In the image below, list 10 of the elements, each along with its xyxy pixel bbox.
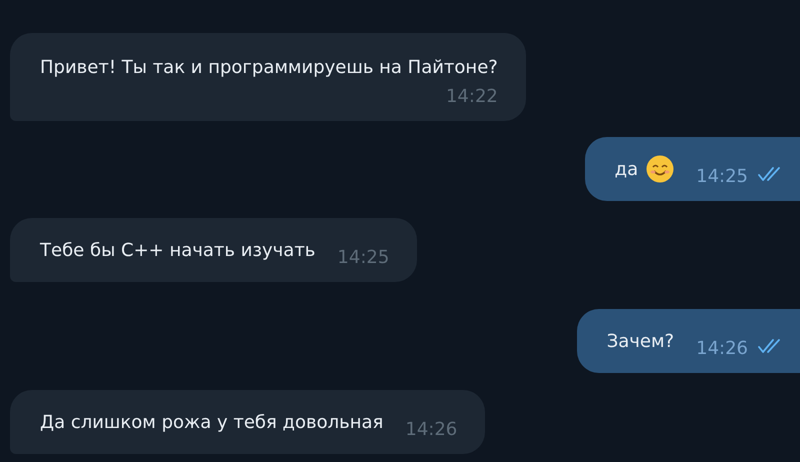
message-text: да bbox=[614, 158, 638, 182]
message-time: 14:26 bbox=[405, 418, 458, 442]
message-text: Тебе бы C++ начать изучать bbox=[40, 238, 316, 262]
message-time: 14:26 bbox=[696, 336, 748, 360]
message-time: 14:25 bbox=[696, 164, 748, 188]
message-time: 14:25 bbox=[337, 246, 390, 270]
message-text: Зачем? bbox=[606, 330, 674, 354]
message-text: Привет! Ты так и программируешь на Пайтоне? bbox=[40, 56, 498, 80]
message-time: 14:22 bbox=[446, 85, 498, 109]
message-text: Да слишком рожа у тебя довольная bbox=[40, 410, 384, 434]
